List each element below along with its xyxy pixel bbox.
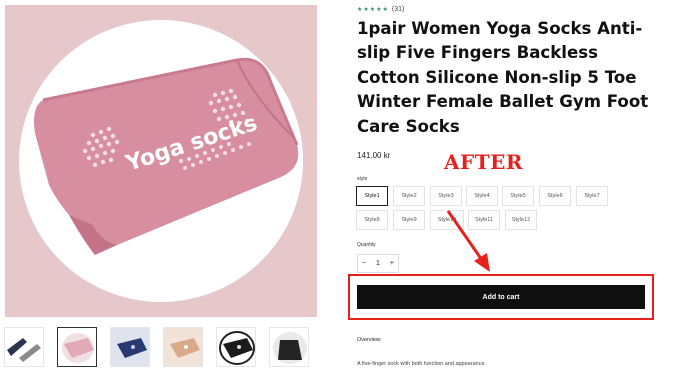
thumbnail-3[interactable] [110, 327, 150, 367]
quantity-value[interactable]: 1 [376, 260, 380, 267]
style-option-label: style [357, 176, 368, 182]
overview-description: A five-finger sock with both function an… [357, 361, 487, 367]
thumbnail-strip [4, 327, 320, 370]
style-chip-2[interactable]: Style2 [393, 186, 425, 206]
style-chip-12[interactable]: Style12 [505, 210, 537, 230]
quantity-label: Quantity [357, 242, 376, 248]
rating-stars-icon: ★★★★★ [357, 7, 389, 13]
yoga-sock-illustration: Yoga socks [34, 57, 299, 255]
thumbnail-4[interactable] [163, 327, 203, 367]
style-chip-3[interactable]: Style3 [430, 186, 462, 206]
product-rating[interactable]: ★★★★★ (31) [357, 6, 404, 13]
style-chip-4[interactable]: Style4 [466, 186, 498, 206]
add-to-cart-button[interactable]: Add to cart [357, 285, 645, 309]
quantity-stepper: − 1 + [357, 254, 399, 273]
product-price: 141.00 kr [357, 151, 391, 160]
style-chip-1[interactable]: Style1 [356, 186, 388, 206]
after-annotation-label: AFTER [444, 150, 523, 174]
overview-heading: Overview: [357, 337, 382, 343]
review-count: (31) [391, 6, 405, 13]
style-chip-6[interactable]: Style6 [539, 186, 571, 206]
thumbnail-5[interactable] [216, 327, 256, 367]
thumbnail-1[interactable] [4, 327, 44, 367]
style-chip-9[interactable]: Style9 [393, 210, 425, 230]
quantity-increase-button[interactable]: + [390, 260, 394, 267]
red-arrow-icon [446, 210, 490, 272]
product-main-image[interactable]: Yoga socks [5, 5, 317, 317]
style-chip-8[interactable]: Style8 [356, 210, 388, 230]
thumbnail-6[interactable] [269, 327, 309, 367]
quantity-decrease-button[interactable]: − [362, 260, 366, 267]
product-title: 1pair Women Yoga Socks Anti-slip Five Fi… [357, 19, 649, 136]
thumbnail-2[interactable] [57, 327, 97, 367]
style-chip-5[interactable]: Style5 [502, 186, 534, 206]
style-chip-7[interactable]: Style7 [576, 186, 608, 206]
